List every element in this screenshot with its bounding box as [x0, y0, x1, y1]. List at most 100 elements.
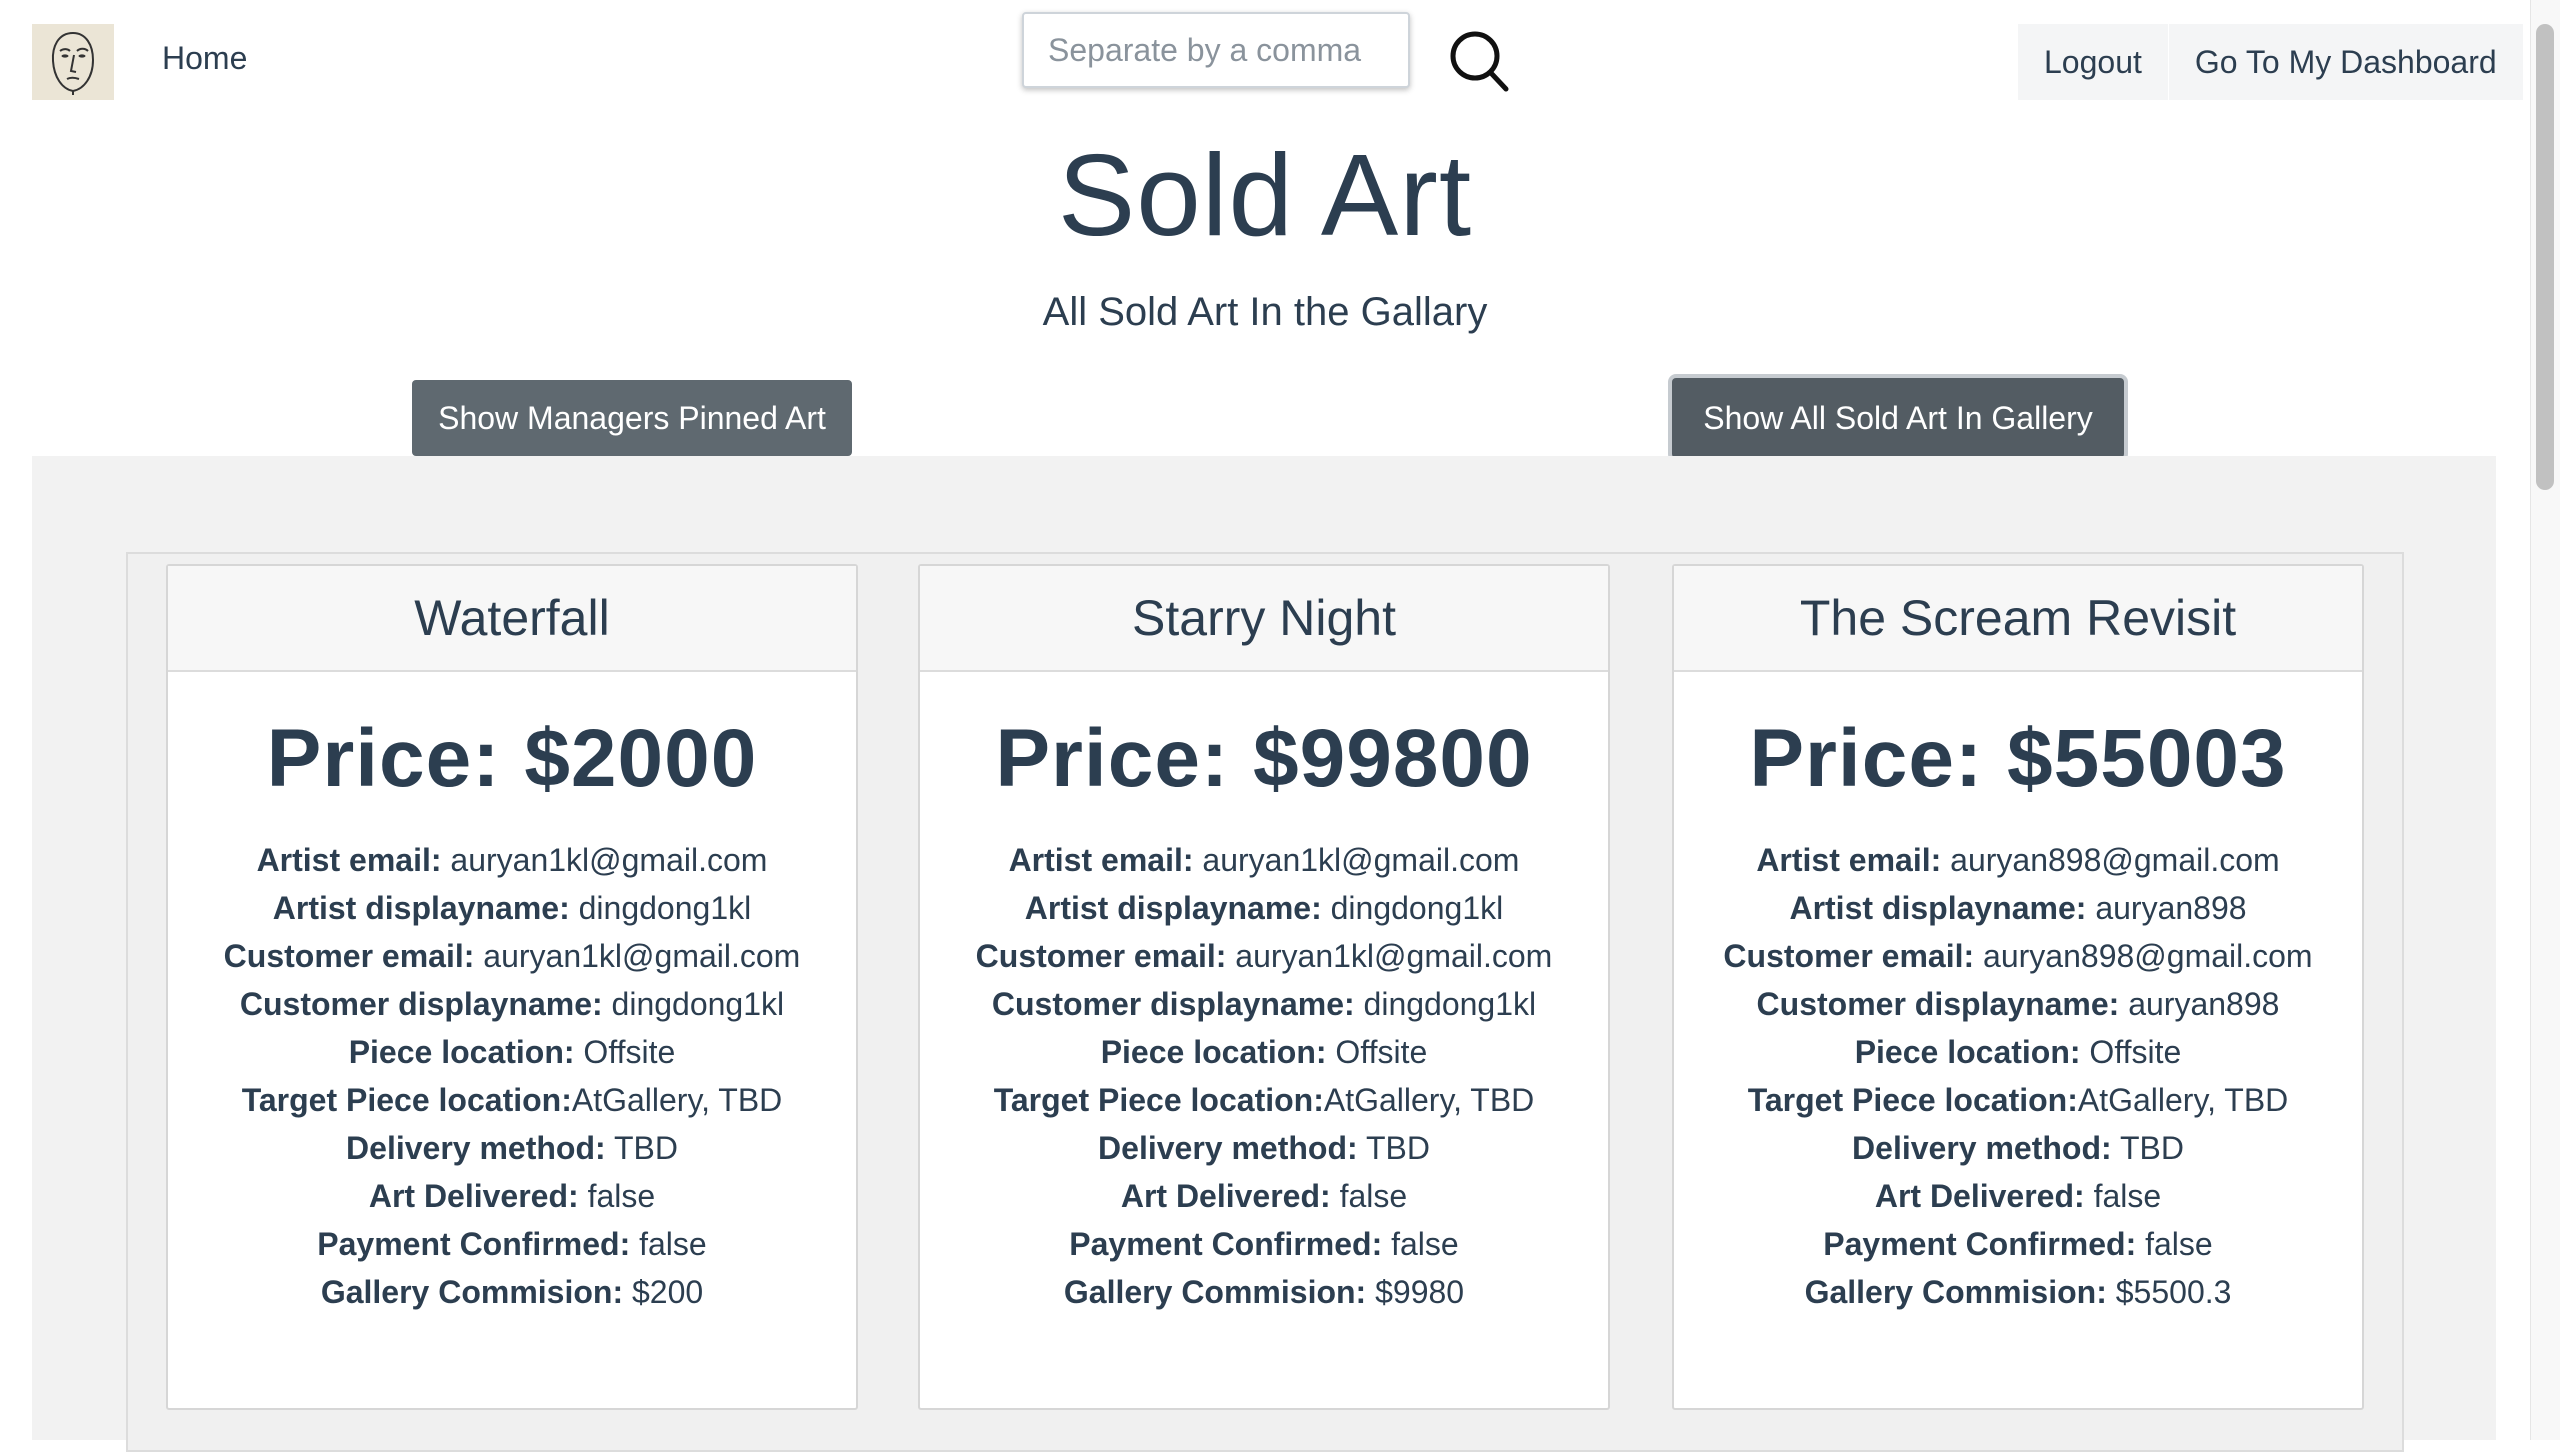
detail-value: false — [1339, 1178, 1408, 1214]
detail-value: $9980 — [1375, 1274, 1465, 1310]
detail-delivery-method: Delivery method: TBD — [168, 1124, 856, 1172]
detail-label: Artist displayname: — [1024, 890, 1322, 926]
page-scrollbar-thumb[interactable] — [2536, 24, 2554, 490]
detail-label: Customer displayname: — [991, 986, 1355, 1022]
art-card: Starry Night Price: $99800 Artist email:… — [918, 564, 1610, 1410]
detail-piece-location: Piece location: Offsite — [1674, 1028, 2362, 1076]
detail-label: Target Piece location: — [993, 1082, 1324, 1118]
detail-value: auryan898@gmail.com — [1983, 938, 2313, 974]
detail-artist-displayname: Artist displayname: dingdong1kl — [920, 884, 1608, 932]
nav-home-link[interactable]: Home — [162, 40, 247, 77]
detail-value: auryan898 — [2128, 986, 2280, 1022]
price-prefix: Price: — [995, 713, 1254, 804]
nav-right-group: Logout Go To My Dashboard — [2018, 24, 2523, 100]
card-price: Price: $2000 — [168, 712, 856, 806]
detail-label: Piece location: — [1100, 1034, 1327, 1070]
navbar: Home Logout Go To My Dashboard — [0, 0, 2530, 120]
logout-link[interactable]: Logout — [2018, 24, 2169, 100]
detail-art-delivered: Art Delivered: false — [1674, 1172, 2362, 1220]
detail-label: Art Delivered: — [368, 1178, 579, 1214]
detail-target-location: Target Piece location:AtGallery, TBD — [168, 1076, 856, 1124]
detail-label: Payment Confirmed: — [1069, 1226, 1383, 1262]
detail-target-location: Target Piece location:AtGallery, TBD — [1674, 1076, 2362, 1124]
detail-label: Payment Confirmed: — [317, 1226, 631, 1262]
detail-delivery-method: Delivery method: TBD — [920, 1124, 1608, 1172]
price-prefix: Price: — [266, 713, 525, 804]
detail-value: dingdong1kl — [578, 890, 752, 926]
detail-target-location: Target Piece location:AtGallery, TBD — [920, 1076, 1608, 1124]
logo-face-sketch-icon[interactable] — [32, 24, 114, 100]
detail-value: AtGallery, TBD — [571, 1082, 783, 1118]
face-sketch-icon — [51, 31, 95, 95]
card-title: Waterfall — [168, 566, 856, 672]
detail-customer-displayname: Customer displayname: dingdong1kl — [920, 980, 1608, 1028]
detail-label: Gallery Commision: — [1063, 1274, 1367, 1310]
detail-value: auryan1kl@gmail.com — [1202, 842, 1520, 878]
detail-customer-displayname: Customer displayname: auryan898 — [1674, 980, 2362, 1028]
detail-value: $200 — [632, 1274, 704, 1310]
detail-value: dingdong1kl — [1363, 986, 1537, 1022]
detail-value: false — [587, 1178, 656, 1214]
detail-artist-email: Artist email: auryan1kl@gmail.com — [168, 836, 856, 884]
detail-value: AtGallery, TBD — [2077, 1082, 2289, 1118]
price-value: $2000 — [524, 713, 758, 804]
show-all-sold-art-button[interactable]: Show All Sold Art In Gallery — [1672, 378, 2124, 458]
detail-label: Customer email: — [223, 938, 475, 974]
detail-value: dingdong1kl — [1330, 890, 1504, 926]
detail-label: Artist displayname: — [272, 890, 570, 926]
art-card: Waterfall Price: $2000 Artist email: aur… — [166, 564, 858, 1410]
detail-value: auryan898@gmail.com — [1950, 842, 2280, 878]
detail-value: $5500.3 — [2115, 1274, 2232, 1310]
card-title: The Scream Revisit — [1674, 566, 2362, 672]
detail-value: auryan1kl@gmail.com — [483, 938, 801, 974]
price-value: $99800 — [1253, 713, 1533, 804]
detail-piece-location: Piece location: Offsite — [920, 1028, 1608, 1076]
search-input[interactable] — [1022, 12, 1410, 88]
card-price: Price: $99800 — [920, 712, 1608, 806]
detail-value: false — [639, 1226, 707, 1262]
art-card: The Scream Revisit Price: $55003 Artist … — [1672, 564, 2364, 1410]
detail-value: false — [2145, 1226, 2213, 1262]
card-details: Artist email: auryan1kl@gmail.com Artist… — [168, 836, 856, 1316]
detail-art-delivered: Art Delivered: false — [920, 1172, 1608, 1220]
search-button[interactable] — [1448, 28, 1510, 94]
detail-label: Customer email: — [1723, 938, 1975, 974]
dashboard-link[interactable]: Go To My Dashboard — [2168, 24, 2523, 100]
detail-label: Customer displayname: — [239, 986, 603, 1022]
detail-value: Offsite — [1335, 1034, 1428, 1070]
detail-label: Artist email: — [1008, 842, 1194, 878]
detail-value: TBD — [1365, 1130, 1430, 1166]
detail-artist-displayname: Artist displayname: dingdong1kl — [168, 884, 856, 932]
detail-customer-email: Customer email: auryan1kl@gmail.com — [168, 932, 856, 980]
price-value: $55003 — [2007, 713, 2287, 804]
card-details: Artist email: auryan898@gmail.com Artist… — [1674, 836, 2362, 1316]
detail-gallery-commision: Gallery Commision: $9980 — [920, 1268, 1608, 1316]
card-title: Starry Night — [920, 566, 1608, 672]
detail-value: TBD — [2119, 1130, 2184, 1166]
detail-customer-email: Customer email: auryan1kl@gmail.com — [920, 932, 1608, 980]
detail-value: false — [1391, 1226, 1459, 1262]
detail-label: Target Piece location: — [241, 1082, 572, 1118]
detail-art-delivered: Art Delivered: false — [168, 1172, 856, 1220]
detail-artist-displayname: Artist displayname: auryan898 — [1674, 884, 2362, 932]
page-title: Sold Art — [1057, 130, 1473, 260]
detail-gallery-commision: Gallery Commision: $5500.3 — [1674, 1268, 2362, 1316]
detail-value: TBD — [613, 1130, 678, 1166]
detail-label: Payment Confirmed: — [1823, 1226, 2137, 1262]
detail-payment-confirmed: Payment Confirmed: false — [1674, 1220, 2362, 1268]
show-pinned-art-button[interactable]: Show Managers Pinned Art — [412, 380, 852, 456]
detail-gallery-commision: Gallery Commision: $200 — [168, 1268, 856, 1316]
detail-customer-email: Customer email: auryan898@gmail.com — [1674, 932, 2362, 980]
detail-payment-confirmed: Payment Confirmed: false — [168, 1220, 856, 1268]
price-prefix: Price: — [1749, 713, 2008, 804]
detail-label: Delivery method: — [346, 1130, 606, 1166]
detail-label: Target Piece location: — [1747, 1082, 2078, 1118]
card-price: Price: $55003 — [1674, 712, 2362, 806]
detail-payment-confirmed: Payment Confirmed: false — [920, 1220, 1608, 1268]
detail-piece-location: Piece location: Offsite — [168, 1028, 856, 1076]
detail-label: Artist email: — [1756, 842, 1942, 878]
page-subtitle: All Sold Art In the Gallary — [1042, 290, 1488, 334]
detail-artist-email: Artist email: auryan1kl@gmail.com — [920, 836, 1608, 884]
detail-label: Artist email: — [256, 842, 442, 878]
search-icon — [1450, 31, 1509, 92]
